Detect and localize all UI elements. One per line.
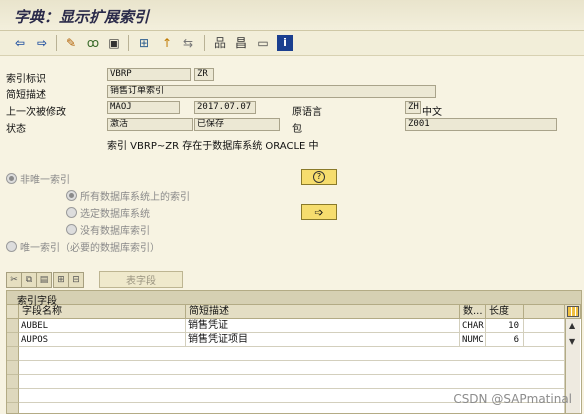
copy-icon[interactable]: ⧉	[21, 272, 37, 288]
object-list-icon[interactable]: ▣	[106, 35, 122, 51]
cut-icon[interactable]: ✂	[6, 272, 22, 288]
table-row-empty[interactable]	[19, 375, 565, 389]
table-row-short-desc: 销售凭证项目	[186, 333, 460, 347]
forward-arrow-icon[interactable]: ⇨	[34, 35, 50, 51]
row-selector[interactable]	[7, 333, 19, 347]
print-icon[interactable]: 昌	[233, 35, 249, 51]
table-settings-icon[interactable]	[565, 305, 581, 319]
toolbar-separator	[128, 35, 129, 51]
db-systems-button[interactable]: ➩	[301, 204, 337, 220]
package-field: Z001	[405, 118, 557, 131]
db-status-message: 索引 VBRP~ZR 存在于数据库系统 ORACLE 中	[107, 141, 319, 152]
table-row-empty[interactable]	[19, 347, 565, 361]
table-row-data-type: NUMC	[460, 333, 486, 347]
orig-lang-code-field: ZH	[405, 101, 421, 114]
index-id-label: 索引标识	[6, 74, 46, 85]
select-all-header[interactable]	[7, 305, 19, 319]
last-changed-label: 上一次被修改	[6, 107, 66, 118]
row-selector[interactable]	[7, 361, 19, 375]
table-row-field-name[interactable]: AUPOS	[19, 333, 186, 347]
changed-date-field: 2017.07.07	[194, 101, 256, 114]
table-fields-button[interactable]: 表字段	[99, 271, 183, 288]
back-arrow-icon[interactable]: ⇦	[12, 35, 28, 51]
delete-row-icon[interactable]: ⊟	[68, 272, 84, 288]
row-selector[interactable]	[7, 347, 19, 361]
info-pointer-icon[interactable]: ↑	[159, 35, 175, 51]
table-row-empty[interactable]	[19, 361, 565, 375]
no-db-index-radio[interactable]: 没有数据库索引	[66, 222, 150, 237]
pencil-icon[interactable]: ✎	[63, 35, 79, 51]
scroll-down-icon[interactable]: ▼	[569, 337, 575, 346]
radio-selected-icon	[6, 173, 17, 184]
short-desc-label: 简短描述	[6, 90, 46, 101]
column-header-filler	[524, 305, 565, 319]
all-db-systems-radio[interactable]: 所有数据库系统上的索引	[66, 188, 190, 203]
table-row-filler	[524, 333, 565, 347]
radio-empty-icon	[66, 224, 77, 235]
index-id-field: ZR	[194, 68, 214, 81]
paste-icon[interactable]: ▤	[36, 272, 52, 288]
table-row-field-name[interactable]: AUBEL	[19, 319, 186, 333]
scroll-up-icon[interactable]: ▲	[569, 321, 575, 330]
column-header-length[interactable]: 长度	[486, 305, 524, 319]
title-bar: 字典：显示扩展索引	[0, 0, 584, 31]
row-selector[interactable]	[7, 375, 19, 389]
table-title-bar: 索引字段	[7, 291, 581, 307]
unique-index-radio[interactable]: 唯一索引（必要的数据库索引）	[6, 239, 160, 254]
db-status-button[interactable]: ?	[301, 169, 337, 185]
toolbar-separator	[204, 35, 205, 51]
short-desc-field: 销售订单索引	[107, 85, 436, 98]
window-icon[interactable]: ▭	[255, 35, 271, 51]
table-row-short-desc: 销售凭证	[186, 319, 460, 333]
column-header-field-name[interactable]: 字段名称	[19, 305, 186, 319]
row-selector[interactable]	[7, 403, 19, 413]
table-row-data-type: CHAR	[460, 319, 486, 333]
table-row-length: 10	[486, 319, 524, 333]
row-selector[interactable]	[7, 389, 19, 403]
status-saved-field: 已保存	[194, 118, 280, 131]
changed-by-field: MAOJ	[107, 101, 180, 114]
watermark: CSDN @SAPmatinal	[453, 392, 572, 406]
insert-row-icon[interactable]: ⊞	[53, 272, 69, 288]
table-row-length: 6	[486, 333, 524, 347]
column-header-short-desc[interactable]: 简短描述	[186, 305, 460, 319]
table-row-filler	[524, 319, 565, 333]
row-selector[interactable]	[7, 319, 19, 333]
application-toolbar: ⇦ ⇨ ✎ ꝏ ▣ ⊞ ↑ ⇆ 品 昌 ▭ i	[0, 31, 584, 56]
arrow-right-icon: ➩	[314, 205, 324, 219]
radio-empty-icon	[66, 207, 77, 218]
status-active-field: 激活	[107, 118, 193, 131]
column-header-data-type[interactable]: 数...	[460, 305, 486, 319]
radio-selected-icon	[66, 190, 77, 201]
selected-db-systems-radio[interactable]: 选定数据库系统	[66, 205, 150, 220]
question-icon: ?	[313, 171, 325, 183]
info-icon[interactable]: i	[277, 35, 293, 51]
status-label: 状态	[6, 124, 26, 135]
grid-config-icon	[566, 306, 579, 317]
menu-tree-icon[interactable]: 品	[212, 35, 228, 51]
toolbar-separator	[56, 35, 57, 51]
non-unique-index-radio[interactable]: 非唯一索引	[6, 171, 70, 186]
package-label: 包	[292, 124, 302, 135]
orig-lang-label: 原语言	[292, 107, 322, 118]
orig-lang-name: 中文	[422, 107, 442, 118]
glasses-icon[interactable]: ꝏ	[85, 35, 101, 51]
radio-empty-icon	[6, 241, 17, 252]
transport-icon[interactable]: ⇆	[180, 35, 196, 51]
hierarchy-icon[interactable]: ⊞	[136, 35, 152, 51]
window-title: 字典：显示扩展索引	[14, 8, 150, 26]
table-name-field: VBRP	[107, 68, 191, 81]
